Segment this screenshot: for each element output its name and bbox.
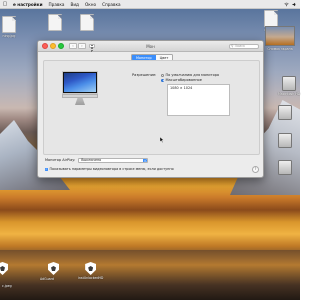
hard-disk-icon bbox=[282, 76, 297, 91]
option-default-for-display[interactable]: По умолчанию для монитора bbox=[161, 73, 219, 77]
shield-icon bbox=[0, 262, 8, 275]
close-button[interactable] bbox=[42, 43, 48, 49]
airplay-value: Выключено bbox=[81, 158, 102, 163]
checkbox-checked[interactable]: ✓ bbox=[45, 167, 48, 171]
desktop-icon-label: ning.jpg bbox=[2, 34, 16, 38]
show-mirroring-option[interactable]: ✓ Показывать параметры видеоповтора в ст… bbox=[45, 167, 174, 171]
radio-button-selected[interactable] bbox=[161, 78, 164, 82]
window-controls bbox=[38, 43, 64, 49]
desktop-icon-file[interactable]: c.jpeg bbox=[2, 283, 12, 288]
desktop-icon-screenshot[interactable]: Снимок экрана bbox=[265, 26, 295, 51]
status-menus bbox=[284, 2, 300, 7]
show-mirroring-label: Показывать параметры видеоповтора в стро… bbox=[49, 167, 174, 171]
wallpaper-lake bbox=[0, 250, 300, 300]
desktop-icon-disk[interactable] bbox=[278, 105, 292, 120]
search-input[interactable]: ⚲ Поиск bbox=[229, 43, 259, 49]
menu-bar:  е настройки Правка Вид Окно Справка bbox=[0, 0, 300, 9]
document-icon bbox=[264, 10, 278, 27]
desktop-icon-app[interactable]: instUnlockedHD bbox=[78, 262, 103, 280]
option-scaled-label: Масштабированное bbox=[165, 78, 202, 82]
menu-app-name[interactable]: е настройки bbox=[10, 2, 46, 7]
minimize-button[interactable] bbox=[50, 43, 56, 49]
help-button[interactable]: ? bbox=[252, 166, 259, 173]
document-icon bbox=[2, 16, 16, 33]
window-titlebar[interactable]: ‹ › Мон ⚲ Поиск bbox=[38, 41, 263, 53]
desktop-icon-disk[interactable] bbox=[278, 133, 292, 148]
screenshot-thumbnail-icon bbox=[265, 26, 295, 46]
option-scaled[interactable]: Масштабированное bbox=[161, 78, 202, 82]
forward-button[interactable]: › bbox=[78, 42, 86, 50]
hard-disk-icon bbox=[278, 160, 292, 175]
search-icon: ⚲ bbox=[231, 44, 234, 48]
wifi-icon[interactable] bbox=[284, 2, 289, 7]
resolution-label: Разрешение: bbox=[132, 73, 157, 77]
desktop-icon-file[interactable]: ning.jpg bbox=[2, 16, 16, 38]
desktop-icon-disk[interactable]: Macintosh HD bbox=[278, 76, 300, 96]
menu-edit[interactable]: Правка bbox=[46, 2, 68, 7]
show-all-grid-icon[interactable] bbox=[89, 43, 95, 53]
document-icon bbox=[48, 14, 62, 31]
resolution-list[interactable]: 1080 × 1024 bbox=[167, 84, 230, 116]
airplay-row: Монитор AirPlay: Выключено ⇕ bbox=[45, 158, 149, 163]
volume-icon[interactable] bbox=[292, 2, 297, 7]
airplay-select[interactable]: Выключено ⇕ bbox=[78, 158, 149, 163]
navigation-buttons: ‹ › bbox=[69, 42, 86, 50]
window-content: Монитор Цвет Разрешение: По умолчанию дл… bbox=[38, 52, 263, 177]
resolution-list-item[interactable]: 1080 × 1024 bbox=[168, 85, 229, 90]
document-icon bbox=[80, 14, 94, 31]
desktop-icon-app[interactable] bbox=[48, 262, 59, 275]
desktop-icon-file[interactable] bbox=[48, 14, 62, 31]
desktop-icon-label: AdGuard bbox=[40, 277, 54, 281]
option-default-label: По умолчанию для монитора bbox=[165, 73, 220, 77]
zoom-button[interactable] bbox=[58, 43, 64, 49]
menu-help[interactable]: Справка bbox=[99, 2, 123, 7]
desktop-icon-label: Macintosh HD bbox=[278, 92, 301, 96]
shield-icon bbox=[48, 262, 59, 275]
search-placeholder: Поиск bbox=[234, 44, 246, 48]
apple-logo-icon[interactable]:  bbox=[0, 1, 10, 7]
displays-preferences-window: ‹ › Мон ⚲ Поиск Монитор Цвет Разрешение: bbox=[37, 40, 264, 178]
desktop-icon-label-group: AdGuard bbox=[40, 276, 54, 281]
airplay-label: Монитор AirPlay: bbox=[45, 158, 76, 163]
imac-screen bbox=[62, 71, 98, 94]
imac-chin bbox=[62, 94, 98, 98]
shield-icon bbox=[85, 262, 97, 275]
mouse-cursor-icon bbox=[160, 137, 164, 143]
menu-view[interactable]: Вид bbox=[67, 2, 82, 7]
hard-disk-icon bbox=[278, 105, 292, 120]
back-button[interactable]: ‹ bbox=[69, 42, 77, 50]
imac-stand bbox=[75, 98, 85, 105]
hard-disk-icon bbox=[278, 133, 292, 148]
chevron-down-icon: ⇕ bbox=[142, 159, 148, 163]
desktop-icon-label: Снимок экрана bbox=[267, 47, 293, 51]
menu-window[interactable]: Окно bbox=[82, 2, 99, 7]
desktop-icon-disk[interactable] bbox=[278, 160, 292, 175]
imac-display-icon bbox=[62, 71, 98, 111]
display-settings-panel: Разрешение: По умолчанию для монитора Ма… bbox=[43, 60, 260, 155]
desktop-icon-label: c.jpeg bbox=[2, 284, 12, 288]
radio-button[interactable] bbox=[161, 73, 164, 77]
desktop-icon-file[interactable] bbox=[80, 14, 94, 31]
desktop-icon-label: instUnlockedHD bbox=[78, 276, 104, 280]
desktop-icon-app[interactable] bbox=[0, 262, 8, 275]
